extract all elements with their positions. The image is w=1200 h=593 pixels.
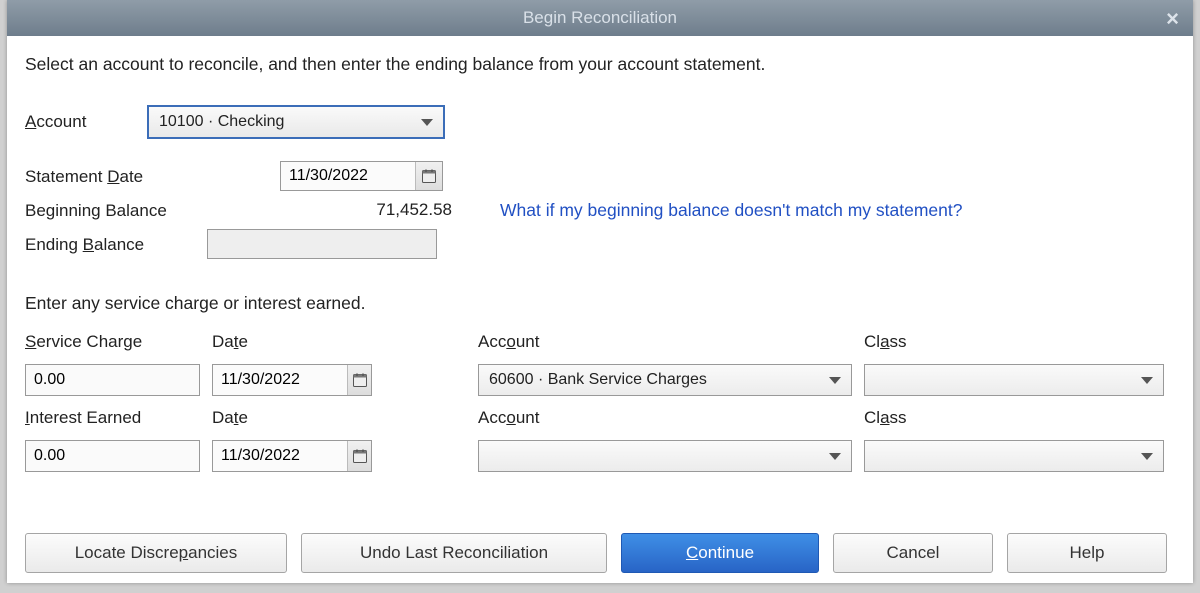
beginning-balance-label: Beginning Balance: [25, 199, 280, 221]
title-bar: Begin Reconciliation ×: [7, 0, 1193, 36]
chevron-down-icon: [829, 453, 841, 460]
interest-earned-label: Interest Earned: [25, 408, 200, 432]
beginning-balance-value: 71,452.58: [280, 200, 460, 220]
service-charge-class-label: Class: [864, 332, 1164, 356]
service-charge-label: Service Charge: [25, 332, 200, 356]
continue-button[interactable]: Continue: [621, 533, 819, 573]
statement-date-row: Statement Date: [25, 161, 1175, 191]
ending-balance-label: Ending Balance: [25, 233, 207, 255]
service-charge-instruction: Enter any service charge or interest ear…: [25, 293, 1175, 314]
statement-date-label: Statement Date: [25, 165, 280, 187]
statement-date-input[interactable]: [281, 167, 415, 185]
service-charge-date-label: Date: [212, 332, 466, 356]
calendar-icon[interactable]: [347, 365, 371, 395]
service-charge-class-select[interactable]: [864, 364, 1164, 396]
chevron-down-icon: [829, 377, 841, 384]
ending-balance-row: Ending Balance: [25, 229, 1175, 259]
service-charge-account-select[interactable]: 60600 · Bank Service Charges: [478, 364, 852, 396]
chevron-down-icon: [1141, 377, 1153, 384]
service-charge-row: Service Charge Date Account 60600 · Bank…: [25, 332, 1175, 396]
interest-earned-date-label: Date: [212, 408, 466, 432]
account-select-value: 10100 · Checking: [159, 113, 284, 131]
instruction-text: Select an account to reconcile, and then…: [25, 54, 1175, 75]
interest-earned-class-label: Class: [864, 408, 1164, 432]
service-charge-account-label: Account: [478, 332, 852, 356]
service-charge-amount-input[interactable]: [25, 364, 200, 396]
interest-earned-account-label: Account: [478, 408, 852, 432]
interest-earned-date-input[interactable]: [213, 447, 347, 465]
undo-last-reconciliation-button[interactable]: Undo Last Reconciliation: [301, 533, 607, 573]
button-bar: Locate Discrepancies Undo Last Reconcili…: [7, 523, 1193, 583]
interest-earned-row: Interest Earned Date Account: [25, 408, 1175, 472]
calendar-icon[interactable]: [415, 162, 442, 190]
ending-balance-input[interactable]: [207, 229, 437, 259]
interest-earned-class-select[interactable]: [864, 440, 1164, 472]
close-icon[interactable]: ×: [1166, 6, 1179, 32]
interest-earned-account-select[interactable]: [478, 440, 852, 472]
service-charge-date-input[interactable]: [213, 371, 347, 389]
statement-date-field[interactable]: [280, 161, 443, 191]
reconciliation-dialog: Begin Reconciliation × Select an account…: [7, 0, 1193, 583]
account-label: Account: [25, 112, 147, 132]
service-charge-account-value: 60600 · Bank Service Charges: [489, 371, 707, 389]
account-row: Account 10100 · Checking: [25, 105, 1175, 139]
account-select[interactable]: 10100 · Checking: [147, 105, 445, 139]
service-charge-date-field[interactable]: [212, 364, 372, 396]
help-button[interactable]: Help: [1007, 533, 1167, 573]
window-title: Begin Reconciliation: [523, 8, 677, 28]
calendar-icon[interactable]: [347, 441, 371, 471]
chevron-down-icon: [421, 119, 433, 126]
beginning-balance-help-link[interactable]: What if my beginning balance doesn't mat…: [500, 200, 962, 221]
locate-discrepancies-button[interactable]: Locate Discrepancies: [25, 533, 287, 573]
interest-earned-amount-input[interactable]: [25, 440, 200, 472]
beginning-balance-row: Beginning Balance 71,452.58 What if my b…: [25, 199, 1175, 221]
interest-earned-date-field[interactable]: [212, 440, 372, 472]
dialog-content: Select an account to reconcile, and then…: [7, 36, 1193, 523]
chevron-down-icon: [1141, 453, 1153, 460]
cancel-button[interactable]: Cancel: [833, 533, 993, 573]
